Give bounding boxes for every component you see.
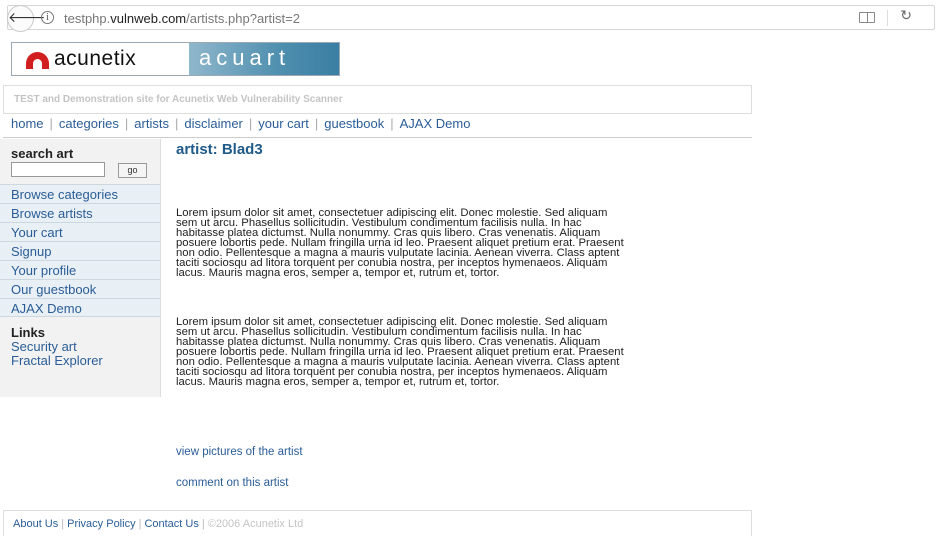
toolbar-divider	[887, 10, 888, 26]
site-tagline: TEST and Demonstration site for Acunetix…	[3, 85, 752, 114]
external-links: Security art Fractal Explorer	[11, 340, 103, 368]
sidebar-item-ajax-demo[interactable]: AJAX Demo	[0, 298, 160, 317]
footer-contact-link[interactable]: Contact Us	[144, 518, 198, 530]
search-input[interactable]	[11, 162, 105, 177]
nav-home[interactable]: home	[11, 116, 44, 131]
sidebar-item-your-cart[interactable]: Your cart	[0, 222, 160, 241]
nav-guestbook[interactable]: guestbook	[324, 116, 384, 131]
search-art-label: search art	[11, 146, 74, 161]
artist-bio-paragraph: Lorem ipsum dolor sit amet, consectetuer…	[176, 207, 736, 279]
paragraph-line: lacus. Mauris magna eros, semper a, temp…	[176, 376, 500, 388]
footer-privacy-link[interactable]: Privacy Policy	[67, 518, 135, 530]
artist-bio-paragraph: Lorem ipsum dolor sit amet, consectetuer…	[176, 316, 736, 388]
acunetix-logo: acunetix	[12, 43, 189, 75]
acunetix-mark-icon	[26, 52, 49, 69]
link-fractal-explorer[interactable]: Fractal Explorer	[11, 354, 103, 368]
nav-separator: |	[390, 116, 394, 131]
address-bar[interactable]: 🡐 i testphp.vulnweb.com/artists.php?arti…	[7, 5, 935, 32]
reader-view-icon[interactable]	[859, 12, 875, 23]
footer-separator: |	[138, 518, 142, 530]
nav-categories[interactable]: categories	[59, 116, 119, 131]
paragraph-line: lacus. Mauris magna eros, semper a, temp…	[176, 267, 500, 279]
view-pictures-link[interactable]: view pictures of the artist	[176, 446, 303, 458]
sidebar-menu: Browse categories Browse artists Your ca…	[0, 184, 160, 317]
footer-copyright: ©2006 Acunetix Ltd	[207, 518, 304, 530]
footer-separator: |	[61, 518, 65, 530]
url-text[interactable]: testphp.vulnweb.com/artists.php?artist=2	[64, 11, 300, 26]
nav-separator: |	[49, 116, 53, 131]
link-security-art[interactable]: Security art	[11, 340, 103, 354]
top-navigation: home | categories | artists | disclaimer | your …	[11, 116, 470, 131]
nav-separator: |	[124, 116, 129, 131]
nav-ajax-demo[interactable]: AJAX Demo	[400, 116, 471, 131]
search-go-button[interactable]: go	[118, 163, 147, 178]
sidebar-item-browse-categories[interactable]: Browse categories	[0, 184, 160, 203]
nav-disclaimer[interactable]: disclaimer	[184, 116, 243, 131]
reload-icon[interactable]: ↻	[900, 8, 912, 24]
site-info-icon[interactable]: i	[41, 11, 54, 24]
page-title: artist: Blad3	[176, 141, 263, 158]
site-logo[interactable]: acunetix acuart	[11, 42, 340, 76]
acuart-wordmark: acuart	[189, 43, 339, 75]
sidebar-item-your-profile[interactable]: Your profile	[0, 260, 160, 279]
acunetix-wordmark: acunetix	[54, 47, 137, 70]
nav-separator: |	[314, 116, 319, 131]
sidebar-item-browse-artists[interactable]: Browse artists	[0, 203, 160, 222]
links-heading: Links	[11, 325, 45, 340]
page-footer: About Us | Privacy Policy | Contact Us | ©2006…	[3, 510, 752, 536]
nav-your-cart[interactable]: your cart	[258, 116, 309, 131]
sidebar-item-signup[interactable]: Signup	[0, 241, 160, 260]
back-arrow-icon[interactable]: 🡐	[7, 5, 46, 32]
nav-separator: |	[174, 116, 179, 131]
footer-about-link[interactable]: About Us	[13, 518, 58, 530]
nav-separator: |	[248, 116, 253, 131]
nav-artists[interactable]: artists	[134, 116, 169, 131]
nav-divider	[3, 137, 752, 138]
footer-separator: |	[201, 518, 205, 530]
sidebar: search art go Browse categories Browse a…	[0, 139, 161, 397]
comment-artist-link[interactable]: comment on this artist	[176, 477, 288, 489]
sidebar-item-our-guestbook[interactable]: Our guestbook	[0, 279, 160, 298]
browser-toolbar: 🡐 i testphp.vulnweb.com/artists.php?arti…	[0, 0, 942, 35]
